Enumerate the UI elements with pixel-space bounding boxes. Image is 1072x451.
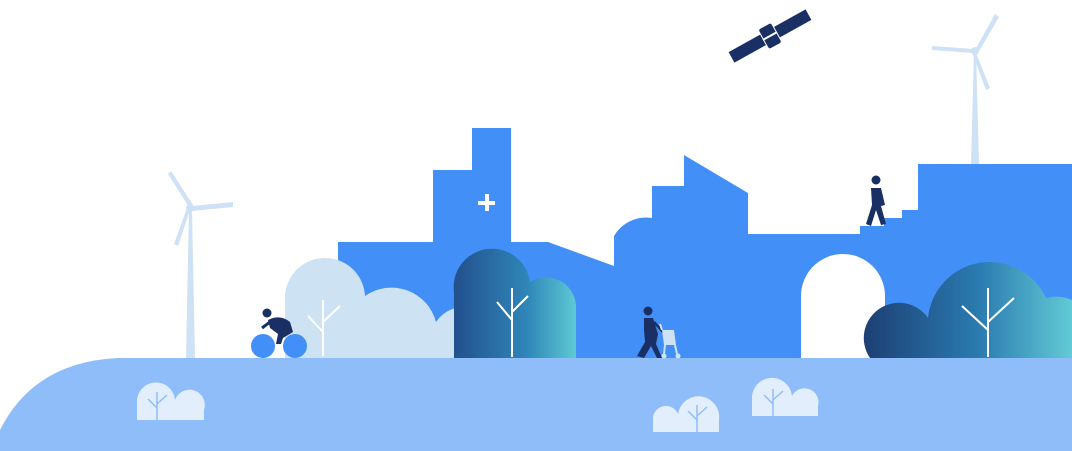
walking-person-icon bbox=[866, 175, 886, 226]
wind-turbine-icon bbox=[932, 14, 999, 164]
satellite-icon bbox=[728, 9, 812, 63]
smart-city-illustration bbox=[0, 9, 1072, 451]
wind-turbine-icon bbox=[168, 171, 233, 358]
